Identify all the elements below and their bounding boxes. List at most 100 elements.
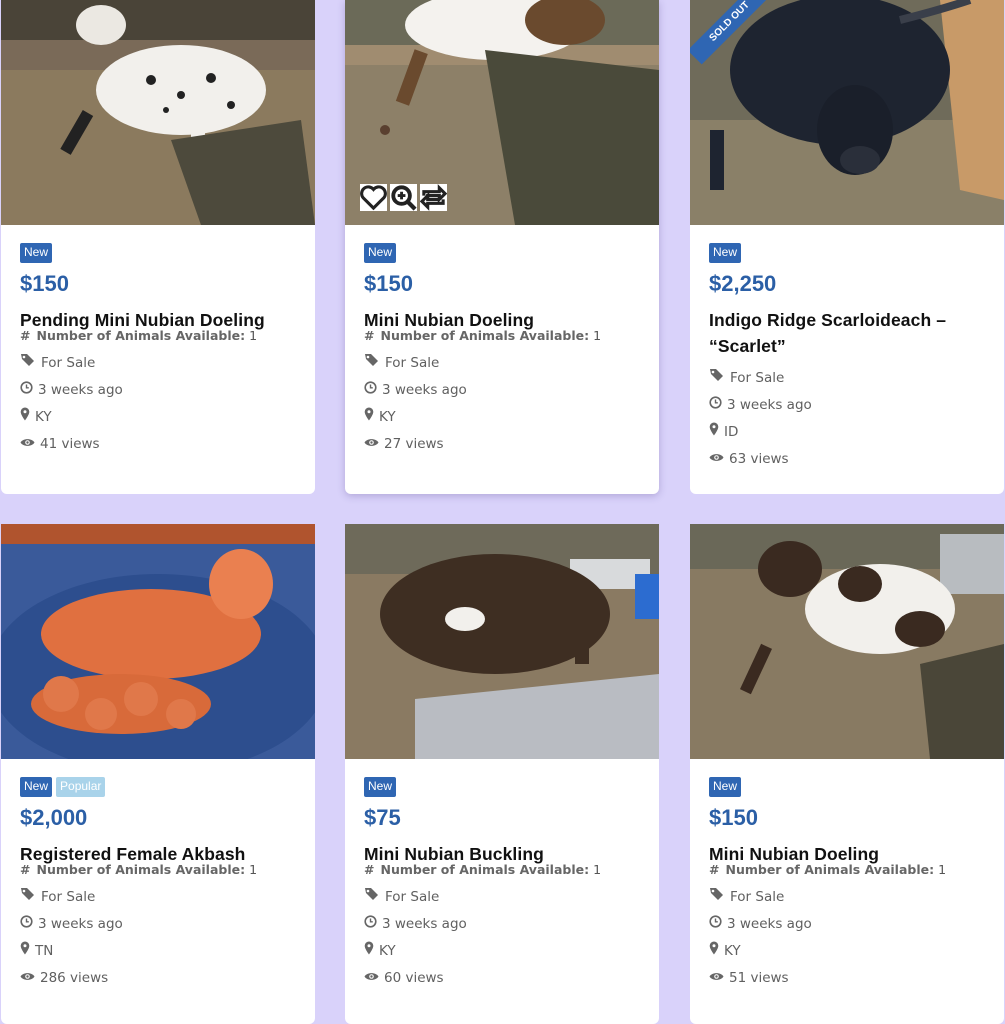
- listing-views-label: 51 views: [729, 970, 789, 986]
- listing-posted: 3 weeks ago: [709, 395, 985, 415]
- listing-category-label: For Sale: [385, 889, 440, 905]
- listing-category[interactable]: For Sale: [20, 353, 296, 373]
- listing-posted-label: 3 weeks ago: [38, 382, 123, 398]
- listing-category-label: For Sale: [41, 355, 96, 371]
- animals-available-label: Number of Animals Available:: [725, 862, 935, 877]
- listing-location: KY: [709, 941, 985, 961]
- hash-icon: #: [20, 862, 31, 877]
- animals-available: # Number of Animals Available: 1: [364, 862, 640, 878]
- tag-icon: [364, 353, 380, 373]
- map-marker-icon: [364, 407, 374, 427]
- listing-location-label: KY: [379, 409, 396, 425]
- animals-available-value: 1: [249, 862, 258, 877]
- listing-posted: 3 weeks ago: [709, 914, 985, 934]
- listing-category[interactable]: For Sale: [20, 887, 296, 907]
- map-marker-icon: [20, 941, 30, 961]
- new-badge: New: [709, 777, 742, 797]
- listing-views-label: 27 views: [384, 436, 444, 452]
- listing-views: 60 views: [364, 968, 640, 988]
- hash-icon: #: [709, 862, 720, 877]
- listing-location-label: KY: [724, 943, 741, 959]
- hash-icon: #: [364, 328, 375, 343]
- eye-icon: [364, 434, 379, 454]
- listing-posted: 3 weeks ago: [364, 914, 640, 934]
- clock-icon: [709, 395, 722, 415]
- new-badge: New: [20, 777, 53, 797]
- listing-photo-brown-goat[interactable]: [345, 524, 659, 759]
- animals-available-value: 1: [593, 328, 602, 343]
- listing-category-label: For Sale: [730, 889, 785, 905]
- listing-location: KY: [364, 407, 640, 427]
- listing-title[interactable]: Indigo Ridge Scarloideach – “Scarlet”: [709, 307, 985, 359]
- animals-available-label: Number of Animals Available:: [380, 862, 590, 877]
- animals-available-value: 1: [249, 328, 258, 343]
- new-badge: New: [20, 243, 53, 263]
- clock-icon: [20, 914, 33, 934]
- listing-price: $150: [709, 805, 758, 830]
- listing-photo-black-cow[interactable]: SOLD OUT: [690, 0, 1004, 225]
- listing-location: ID: [709, 422, 985, 442]
- listing-tools: [360, 184, 447, 211]
- zoom-icon[interactable]: [390, 184, 417, 211]
- listing-photo-goat-spotted[interactable]: [1, 0, 315, 225]
- listing-category-label: For Sale: [730, 370, 785, 386]
- new-badge: New: [364, 777, 397, 797]
- listing-posted-label: 3 weeks ago: [727, 916, 812, 932]
- listing-posted: 3 weeks ago: [20, 914, 296, 934]
- eye-icon: [709, 968, 724, 988]
- animals-available-label: Number of Animals Available:: [36, 328, 246, 343]
- listing-category[interactable]: For Sale: [709, 887, 985, 907]
- clock-icon: [364, 914, 377, 934]
- listing-category[interactable]: For Sale: [364, 353, 640, 373]
- listing-photo-goat-held[interactable]: [345, 0, 659, 225]
- map-marker-icon: [709, 422, 719, 442]
- eye-icon: [364, 968, 379, 988]
- animals-available: # Number of Animals Available: 1: [20, 328, 296, 344]
- tag-icon: [20, 353, 36, 373]
- listing-category-label: For Sale: [385, 355, 440, 371]
- animals-available-label: Number of Animals Available:: [380, 328, 590, 343]
- map-marker-icon: [20, 407, 30, 427]
- listing-category[interactable]: For Sale: [364, 887, 640, 907]
- listing-card[interactable]: New $150 Mini Nubian Doeling # Number of …: [690, 524, 1004, 1024]
- heart-icon[interactable]: [360, 184, 387, 211]
- listing-card[interactable]: New Popular $2,000 Registered Female Akba…: [1, 524, 315, 1024]
- listing-location-label: KY: [379, 943, 396, 959]
- listing-price: $75: [364, 805, 401, 830]
- listing-posted: 3 weeks ago: [364, 380, 640, 400]
- popular-badge: Popular: [56, 777, 106, 797]
- animals-available-label: Number of Animals Available:: [36, 862, 246, 877]
- new-badge: New: [364, 243, 397, 263]
- listing-views: 51 views: [709, 968, 985, 988]
- listing-photo-pinto-goat[interactable]: [690, 524, 1004, 759]
- eye-icon: [20, 434, 35, 454]
- listing-price: $150: [364, 271, 413, 296]
- listing-posted-label: 3 weeks ago: [382, 916, 467, 932]
- listing-location: KY: [364, 941, 640, 961]
- animals-available: # Number of Animals Available: 1: [20, 862, 296, 878]
- tag-icon: [709, 887, 725, 907]
- listing-card[interactable]: New $75 Mini Nubian Buckling # Number of …: [345, 524, 659, 1024]
- listing-photo-dog-puppies[interactable]: [1, 524, 315, 759]
- compare-icon[interactable]: [420, 184, 447, 211]
- animals-available-value: 1: [938, 862, 947, 877]
- listing-location-label: ID: [724, 424, 739, 440]
- listing-posted: 3 weeks ago: [20, 380, 296, 400]
- hash-icon: #: [364, 862, 375, 877]
- listing-location: TN: [20, 941, 296, 961]
- eye-icon: [20, 968, 35, 988]
- listing-views: 41 views: [20, 434, 296, 454]
- listing-location-label: KY: [35, 409, 52, 425]
- listing-views-label: 286 views: [40, 970, 109, 986]
- clock-icon: [364, 380, 377, 400]
- listing-card[interactable]: New $150 Mini Nubian Doeling # Number of …: [345, 0, 659, 494]
- listing-views: 63 views: [709, 449, 985, 469]
- listing-card[interactable]: SOLD OUT New $2,250 Indigo Ridge Scarloi…: [690, 0, 1004, 494]
- listing-price: $150: [20, 271, 69, 296]
- listing-price: $2,250: [709, 271, 777, 296]
- listing-category[interactable]: For Sale: [709, 368, 985, 388]
- tag-icon: [709, 368, 725, 388]
- animals-available: # Number of Animals Available: 1: [709, 862, 985, 878]
- listing-card[interactable]: New $150 Pending Mini Nubian Doeling # Nu…: [1, 0, 315, 494]
- map-marker-icon: [709, 941, 719, 961]
